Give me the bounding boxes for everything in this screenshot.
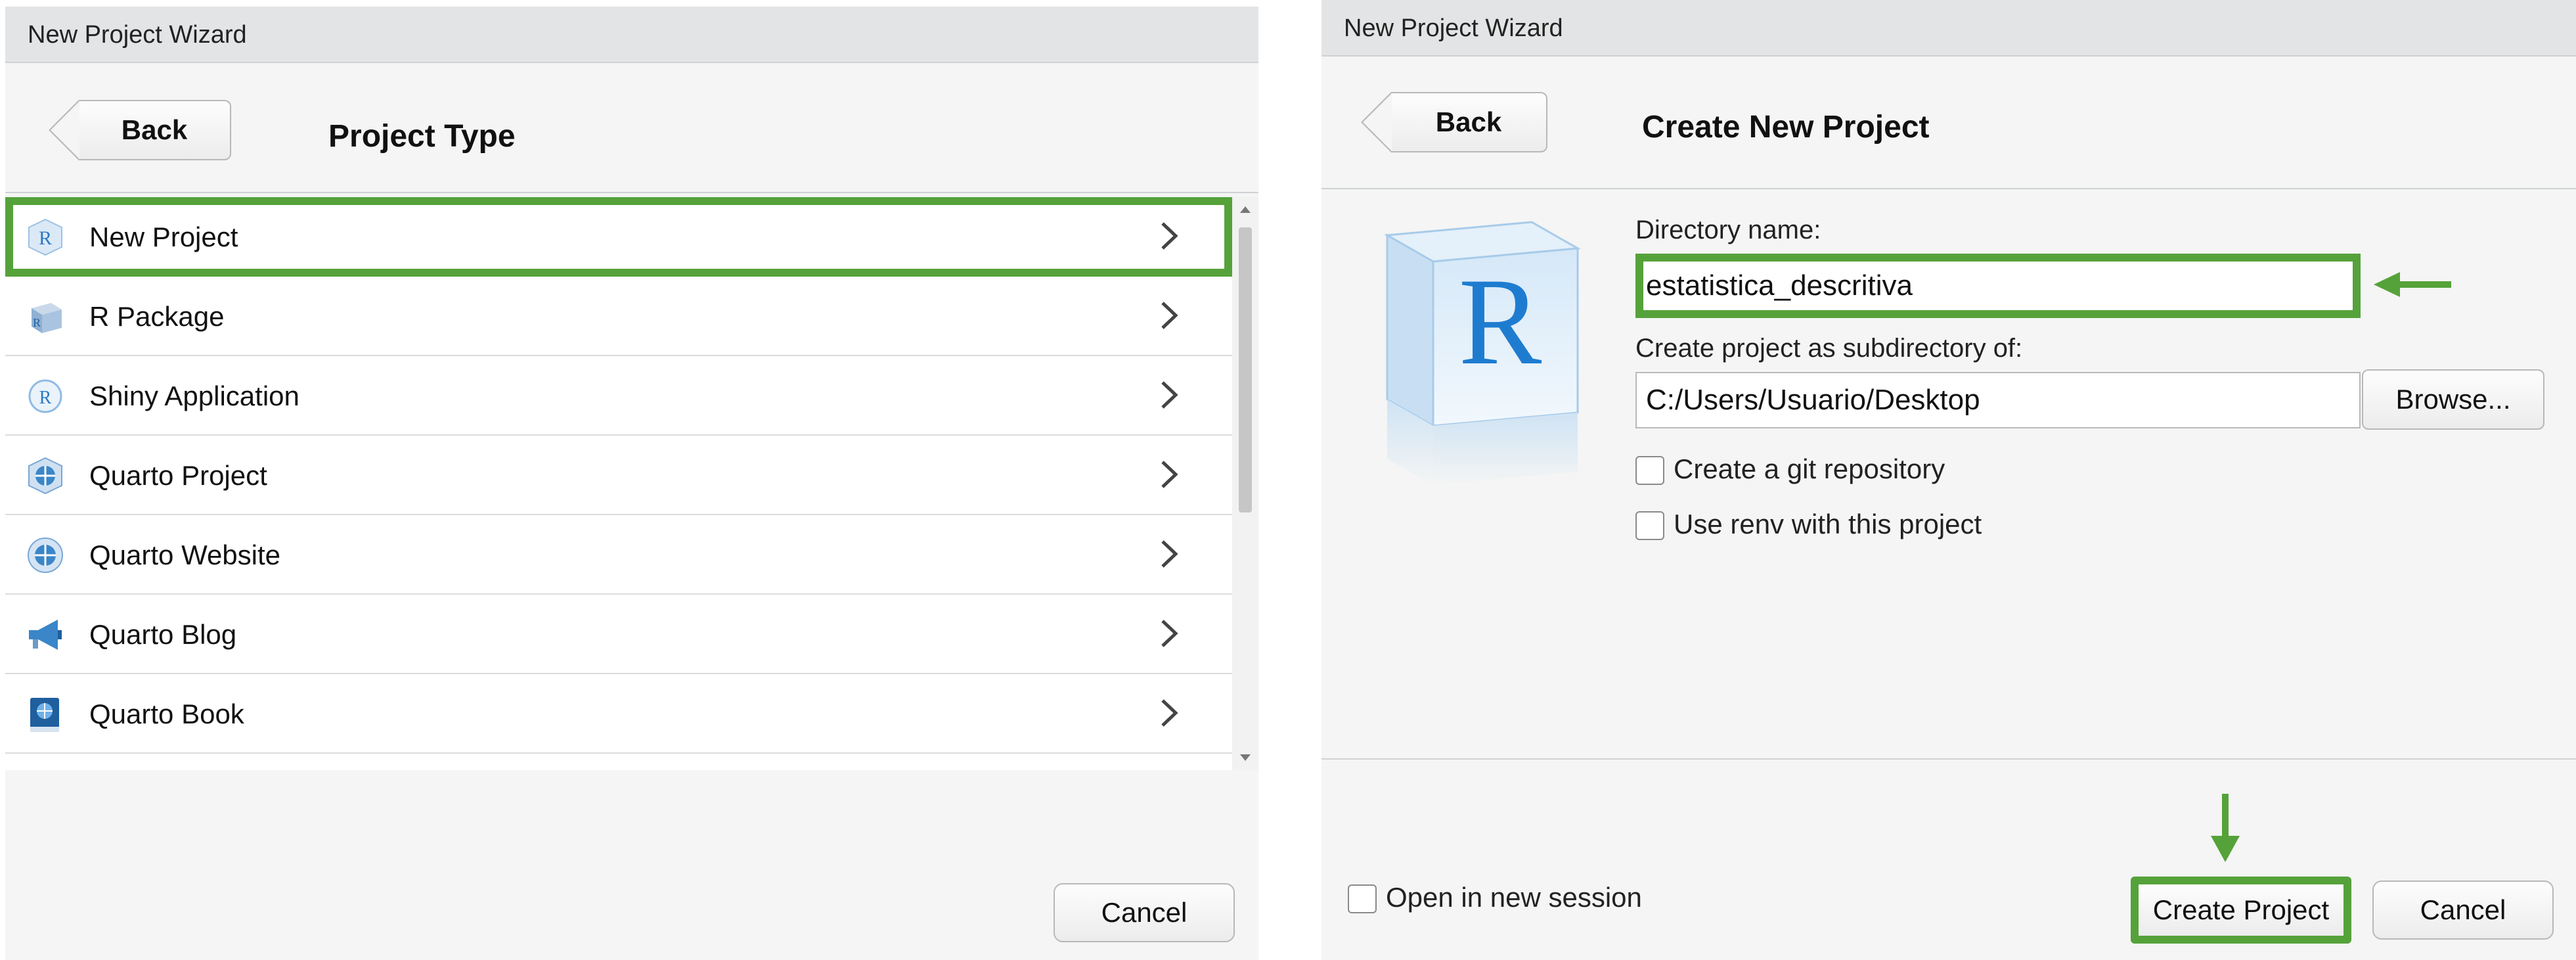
svg-text:R: R (39, 227, 52, 249)
divider (1321, 188, 2576, 189)
list-item-label: Quarto Book (89, 698, 244, 729)
subdirectory-value: C:/Users/Usuario/Desktop (1646, 384, 1980, 416)
window-title: New Project Wizard (5, 7, 1258, 63)
page-title: Create New Project (1642, 110, 1930, 145)
back-button[interactable]: Back (1361, 92, 1547, 152)
chevron-right-icon (1161, 381, 1178, 409)
cancel-button-label: Cancel (2420, 894, 2506, 925)
list-item-r-package[interactable]: R R Package (5, 277, 1232, 356)
list-item-label: New Project (89, 221, 238, 252)
create-project-dialog: New Project Wizard Back Create New Proje… (1321, 0, 2576, 960)
cancel-button[interactable]: Cancel (1054, 883, 1235, 942)
list-item-label: Shiny Application (89, 380, 300, 411)
project-type-dialog: New Project Wizard Back Project Type R N… (5, 7, 1258, 960)
divider (1321, 758, 2576, 760)
cancel-button[interactable]: Cancel (2372, 880, 2554, 940)
window-title: New Project Wizard (1321, 0, 2576, 57)
chevron-right-icon (1161, 540, 1178, 568)
book-icon (30, 698, 59, 732)
cancel-button-label: Cancel (1101, 897, 1188, 928)
list-item-quarto-website[interactable]: Quarto Website (5, 515, 1232, 595)
new-session-checkbox[interactable] (1348, 884, 1377, 913)
renv-checkbox-label: Use renv with this project (1674, 509, 1982, 539)
list-item-label: R Package (89, 301, 225, 332)
list-item-quarto-blog[interactable]: Quarto Blog (5, 595, 1232, 674)
directory-name-value: estatistica_descritiva (1646, 269, 1913, 302)
scroll-up-icon[interactable] (1240, 206, 1251, 213)
project-type-list: R New Project R R Package R Shiny Applic… (5, 197, 1232, 770)
quarto-website-icon (28, 537, 63, 573)
page-title: Project Type (328, 119, 516, 154)
scroll-thumb[interactable] (1239, 227, 1252, 513)
git-checkbox-label: Create a git repository (1674, 453, 1945, 484)
list-item-shiny-application[interactable]: R Shiny Application (5, 356, 1232, 436)
directory-name-label: Directory name: (1635, 216, 1821, 244)
chevron-right-icon (1161, 620, 1178, 647)
arrow-down-icon (2211, 794, 2240, 862)
list-item-quarto-project[interactable]: Quarto Project (5, 436, 1232, 515)
r-cube-icon: R (28, 218, 62, 256)
megaphone-icon (29, 620, 62, 650)
shiny-icon: R (28, 379, 62, 413)
quarto-globe-icon (28, 457, 62, 495)
svg-text:R: R (33, 316, 41, 329)
chevron-right-icon (1161, 699, 1178, 727)
subdirectory-label: Create project as subdirectory of: (1635, 334, 2023, 363)
back-button-label: Back (1435, 106, 1502, 137)
list-item-label: Quarto Website (89, 539, 281, 570)
create-project-button-label: Create Project (2152, 894, 2330, 925)
r-package-icon: R (32, 303, 62, 333)
r-logo: R (1384, 221, 1581, 485)
list-item-quarto-book[interactable]: Quarto Book (5, 674, 1232, 754)
list-item-label: Quarto Project (89, 460, 267, 491)
browse-button[interactable]: Browse... (2362, 369, 2544, 430)
create-project-button[interactable]: Create Project (2131, 877, 2351, 944)
list-scrollbar[interactable] (1232, 197, 1258, 770)
new-session-label: Open in new session (1386, 882, 1642, 913)
back-button-label: Back (121, 114, 188, 145)
arrow-left-icon (2374, 272, 2451, 297)
git-checkbox[interactable] (1635, 456, 1664, 485)
chevron-right-icon (1161, 302, 1178, 329)
svg-text:R: R (39, 388, 52, 408)
list-item-label: Quarto Blog (89, 619, 237, 650)
svg-text:R: R (1459, 253, 1542, 391)
chevron-right-icon (1161, 461, 1178, 488)
chevron-right-icon (1161, 222, 1178, 250)
list-item-new-project[interactable]: R New Project (5, 197, 1232, 277)
back-button[interactable]: Back (49, 100, 231, 160)
renv-checkbox[interactable] (1635, 511, 1664, 540)
divider (5, 192, 1258, 193)
browse-button-label: Browse... (2395, 384, 2511, 415)
subdirectory-input[interactable]: C:/Users/Usuario/Desktop (1635, 372, 2361, 428)
scroll-down-icon[interactable] (1240, 754, 1251, 761)
directory-name-input[interactable]: estatistica_descritiva (1635, 254, 2361, 318)
